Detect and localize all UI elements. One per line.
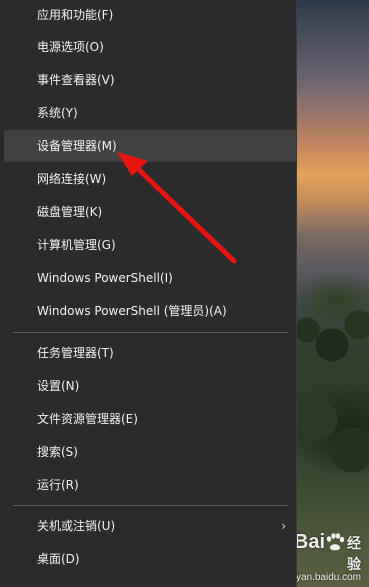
menu-item-file-explorer[interactable]: 文件资源管理器(E) <box>4 403 296 435</box>
screen: Bai 经验 jingyan.baidu.com 应用和功能(F) 电源选项(O… <box>0 0 369 587</box>
menu-item-system[interactable]: 系统(Y) <box>4 97 296 129</box>
paw-icon <box>326 533 345 551</box>
menu-item-event-viewer[interactable]: 事件查看器(V) <box>4 64 296 96</box>
menu-item-search[interactable]: 搜索(S) <box>4 436 296 468</box>
menu-item-apps-features[interactable]: 应用和功能(F) <box>4 0 296 31</box>
menu-item-shutdown-signout[interactable]: 关机或注销(U) › <box>4 510 296 542</box>
menu-item-disk-management[interactable]: 磁盘管理(K) <box>4 196 296 228</box>
menu-item-shutdown-label: 关机或注销(U) <box>37 519 116 533</box>
menu-separator <box>13 505 288 506</box>
chevron-right-icon: › <box>281 519 286 533</box>
menu-item-computer-management[interactable]: 计算机管理(G) <box>4 229 296 261</box>
menu-item-device-manager[interactable]: 设备管理器(M) <box>4 130 296 162</box>
winx-context-menu: 应用和功能(F) 电源选项(O) 事件查看器(V) 系统(Y) 设备管理器(M)… <box>0 0 297 587</box>
menu-item-run[interactable]: 运行(R) <box>4 469 296 501</box>
menu-item-settings[interactable]: 设置(N) <box>4 370 296 402</box>
menu-item-powershell[interactable]: Windows PowerShell(I) <box>4 262 296 294</box>
menu-item-network-connections[interactable]: 网络连接(W) <box>4 163 296 195</box>
watermark-brand: Bai <box>293 531 325 553</box>
menu-item-desktop[interactable]: 桌面(D) <box>4 543 296 575</box>
menu-item-powershell-admin[interactable]: Windows PowerShell (管理员)(A) <box>4 295 296 327</box>
menu-item-task-manager[interactable]: 任务管理器(T) <box>4 337 296 369</box>
desktop-wallpaper: Bai 经验 jingyan.baidu.com <box>280 0 369 587</box>
menu-item-power-options[interactable]: 电源选项(O) <box>4 31 296 63</box>
menu-separator <box>13 332 288 333</box>
watermark-brand-suffix: 经验 <box>347 536 361 573</box>
